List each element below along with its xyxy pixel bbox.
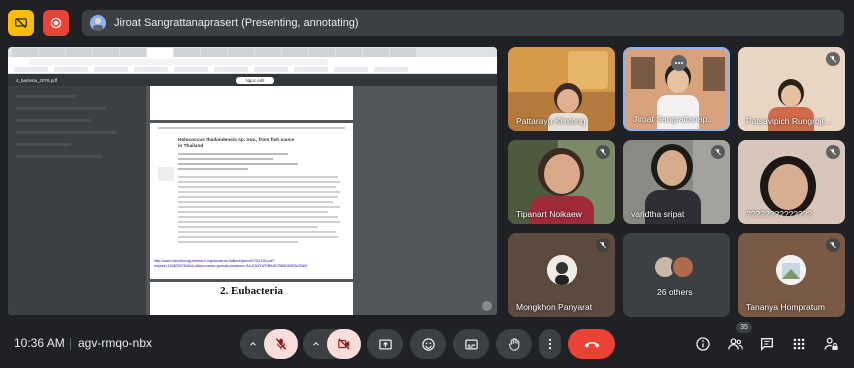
videocam-off-icon [338,338,350,350]
muted-indicator [826,52,840,66]
present-to-all-icon [378,339,392,349]
divider [70,338,71,350]
mic-off-icon [600,148,606,156]
presenter-avatar [90,15,106,31]
closed-caption-icon [464,339,478,349]
participant-tile[interactable]: ?????????????? [738,140,845,224]
hand-icon [508,337,519,351]
chevron-up-icon [313,342,319,346]
participant-tile[interactable]: Tipanart Noikaew [508,140,615,224]
shared-screen[interactable]: 4_bacteria_2076.pdf Ngoc edit Halococcus… [8,47,497,315]
muted-indicator [596,145,610,159]
people-icon [727,338,743,350]
browser-bookmarks-bar [8,66,497,74]
pdf-page: 2. Eubacteria [150,282,353,315]
participant-tile[interactable]: Tananya Hompratum [738,233,845,317]
chat-button[interactable] [756,333,778,355]
mic-off-icon [715,148,721,156]
meeting-code: agv-rmqo-nbx [78,336,153,350]
captions-button[interactable] [453,329,489,359]
muted-indicator [596,238,610,252]
presenter-label: Jiroat Sangrattanaprasert (Presenting, a… [114,17,359,29]
pdf-thumbnail-sidebar [8,86,146,315]
stop-presenting-button[interactable] [8,10,34,36]
call-end-icon [584,342,599,348]
top-bar: Jiroat Sangrattanaprasert (Presenting, a… [0,0,854,44]
more-vert-icon [548,338,552,350]
pdf-viewer: Halococcus thailandensis sp. nov., from … [8,86,497,315]
participant-name: varidtha sripat [631,209,685,219]
presenter-banner[interactable]: Jiroat Sangrattanaprasert (Presenting, a… [82,10,844,36]
pdf-page-url: http://www.microbiologyresearch.org/docs… [154,259,308,268]
mic-off-icon [830,241,836,249]
camera-button[interactable] [327,329,361,359]
participant-tile[interactable]: varidtha sripat [623,140,730,224]
others-tile[interactable]: 26 others [623,233,730,317]
muted-indicator [826,145,840,159]
participant-name: Jiroat Sangrattanap... [633,114,715,124]
people-button[interactable] [724,333,746,355]
screen-share-off-icon [15,17,27,29]
mic-off-icon [600,241,606,249]
meeting-details-button[interactable] [692,333,714,355]
pdf-page: Halococcus thailandensis sp. nov., from … [150,123,353,279]
muted-indicator [711,145,725,159]
muted-indicator [826,238,840,252]
participant-name: Tananya Hompratum [746,302,825,312]
avatar [776,255,806,285]
paper-title-line2: in Thailand [178,144,204,149]
participant-count-badge: 35 [736,322,752,333]
browser-tab-strip [8,47,497,57]
activities-button[interactable] [788,333,810,355]
participant-name: ?????????????? [746,209,813,219]
pdf-filename: 4_bacteria_2076.pdf [16,77,58,83]
mic-off-icon [830,148,836,156]
pdf-zoom-control: Ngoc edit [236,77,274,84]
chevron-up-icon [250,342,256,346]
info-icon [696,337,710,351]
participant-tile[interactable]: Jiroat Sangrattanap... [623,47,730,131]
audio-options-button[interactable] [240,329,266,359]
emoji-icon [421,337,435,351]
leave-call-button[interactable] [568,329,615,359]
avatar [671,255,695,279]
participant-name: Mongkhon Panyarat [516,302,593,312]
microphone-button[interactable] [264,329,298,359]
more-options-button[interactable] [539,329,561,359]
section-heading: 2. Eubacteria [220,285,283,297]
pdf-action-button[interactable] [482,301,492,311]
raise-hand-button[interactable] [496,329,532,359]
record-icon [50,17,62,29]
bottom-bar: 10:36 AM agv-rmqo-nbx [0,322,854,368]
recording-button[interactable] [43,10,69,36]
participant-name: Tipanart Noikaew [516,209,582,219]
pdf-page [150,86,353,120]
reactions-button[interactable] [410,329,446,359]
mic-off-icon [275,338,287,350]
pdf-toolbar: 4_bacteria_2076.pdf Ngoc edit [8,74,497,86]
video-options-button[interactable] [303,329,329,359]
participant-tile[interactable]: Patsavipich Rungrojt... [738,47,845,131]
more-vert-icon [675,62,683,64]
present-screen-button[interactable] [367,329,403,359]
participant-name: Patsavipich Rungrojt... [746,116,832,126]
chat-icon [761,338,773,351]
avatar [547,255,577,285]
lock-person-icon [824,337,838,350]
participant-tile[interactable]: Mongkhon Panyarat [508,233,615,317]
meeting-time: 10:36 AM [14,336,65,350]
browser-address-bar [8,57,497,66]
participant-tile[interactable]: Pattaraya Klintong [508,47,615,131]
host-controls-button[interactable] [820,333,842,355]
others-count-label: 26 others [657,287,693,297]
apps-grid-icon [793,338,805,350]
mic-off-icon [830,55,836,63]
participant-name: Pattaraya Klintong [516,116,586,126]
more-options-button[interactable] [671,55,687,71]
